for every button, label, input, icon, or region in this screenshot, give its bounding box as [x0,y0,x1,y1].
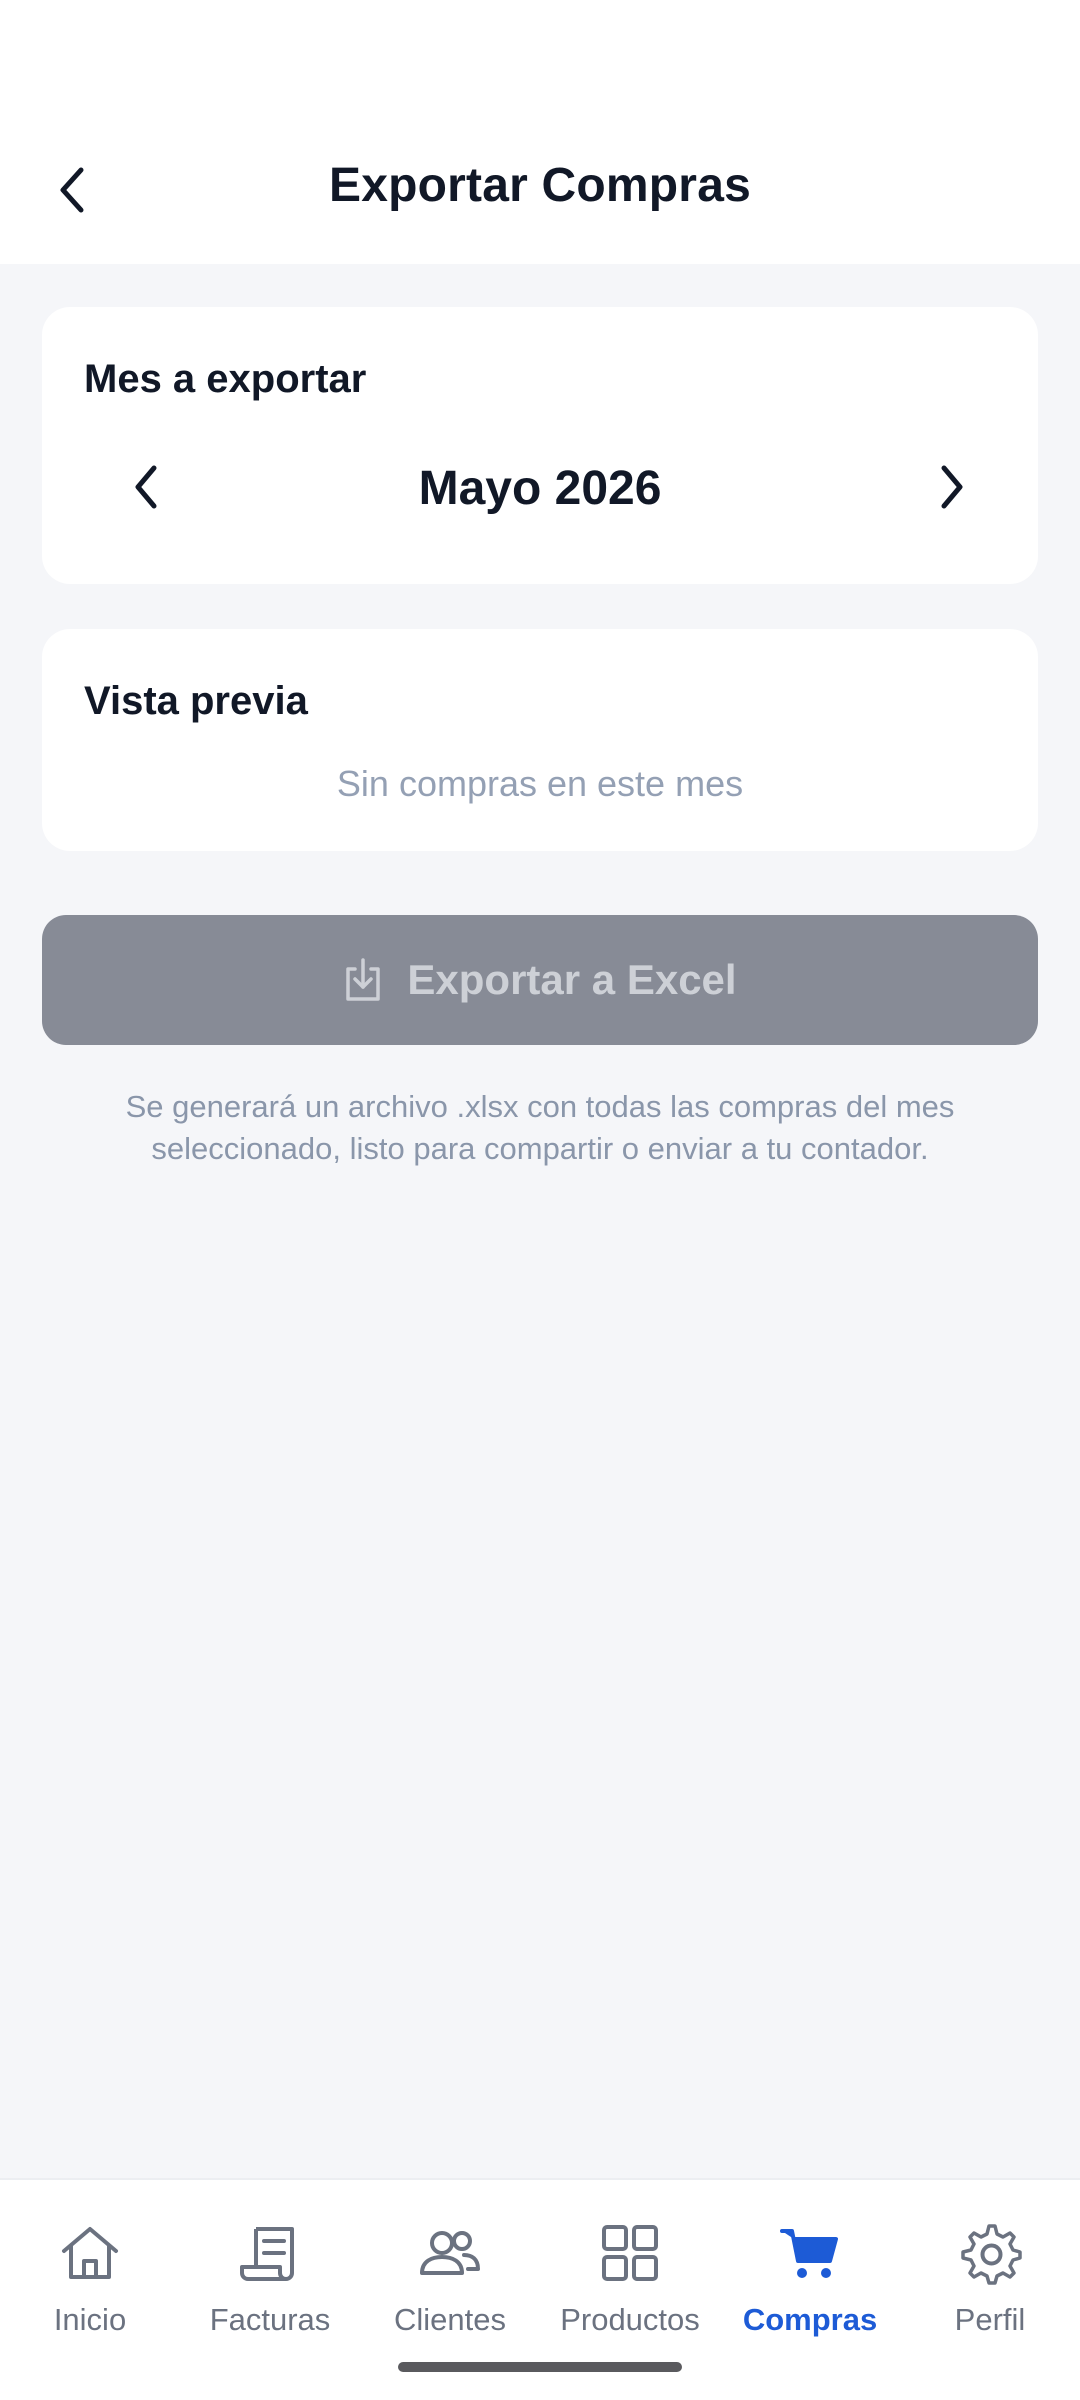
empty-state-message: Sin compras en este mes [336,763,744,804]
nav-label-inicio: Inicio [53,2302,127,2337]
nav-label-perfil: Perfil [954,2302,1026,2337]
chevron-right-icon [941,465,963,509]
export-excel-button[interactable]: Exportar a Excel [42,915,1038,1045]
users-icon [415,2218,485,2288]
preview-card-title: Vista previa [84,679,308,723]
export-hint-text: Se generará un archivo .xlsx con todas l… [125,1089,955,1166]
month-selector-card: Mes a exportar Mayo 2026 [42,307,1038,584]
preview-card: Vista previa Sin compras en este mes [42,629,1038,851]
nav-item-inicio[interactable]: Inicio [0,2218,180,2348]
nav-item-facturas[interactable]: Facturas [180,2218,360,2348]
export-button-label: Exportar a Excel [407,956,737,1003]
grid-icon [595,2218,665,2288]
next-month-button[interactable] [924,455,980,519]
nav-label-productos: Productos [560,2302,700,2337]
nav-label-clientes: Clientes [394,2302,506,2337]
page-title: Exportar Compras [329,159,751,212]
nav-item-perfil[interactable]: Perfil [900,2218,1080,2348]
nav-label-facturas: Facturas [209,2302,331,2337]
download-icon [346,958,381,1001]
home-icon [55,2218,125,2288]
cart-icon [775,2218,845,2288]
selected-month-label: Mayo 2026 [418,462,662,515]
month-card-title: Mes a exportar [84,357,367,401]
nav-item-compras[interactable]: Compras [720,2218,900,2348]
app-header: Exportar Compras [0,0,1080,264]
home-indicator[interactable] [398,2362,682,2372]
gear-icon [955,2218,1025,2288]
nav-label-compras: Compras [742,2302,878,2337]
receipt-icon [235,2218,305,2288]
nav-item-productos[interactable]: Productos [540,2218,720,2348]
nav-item-clientes[interactable]: Clientes [360,2218,540,2348]
